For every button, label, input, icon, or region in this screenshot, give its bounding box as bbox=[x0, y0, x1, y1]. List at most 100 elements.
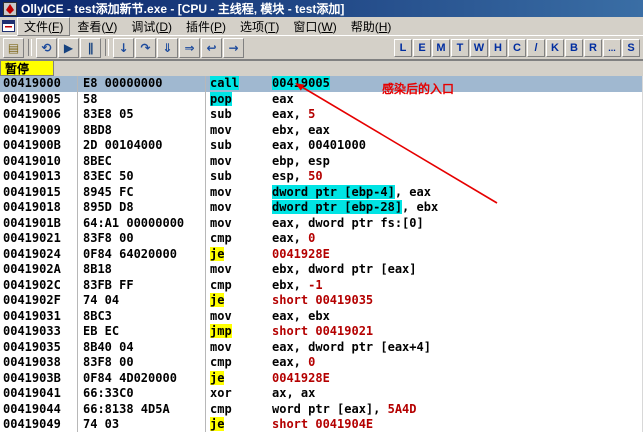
trace-over-button[interactable]: ⇒ bbox=[179, 37, 200, 58]
mnemonic-cell[interactable]: xor bbox=[206, 386, 272, 402]
address-cell[interactable]: 0041902A bbox=[0, 262, 78, 278]
pane-button-s[interactable]: S bbox=[622, 38, 640, 57]
mnemonic-cell[interactable]: mov bbox=[206, 262, 272, 278]
disasm-row[interactable]: 00419009 8BD8 mov ebx, eax bbox=[0, 122, 643, 139]
mnemonic-cell[interactable]: mov bbox=[206, 123, 272, 139]
mnemonic-cell[interactable]: jmp bbox=[206, 324, 272, 340]
mnemonic-cell[interactable]: je bbox=[206, 246, 272, 263]
disasm-row[interactable]: 0041902C 83FB FF cmp ebx, -1 bbox=[0, 277, 643, 294]
trace-into-button[interactable]: ⇓ bbox=[157, 37, 178, 58]
disasm-row[interactable]: 0041902A 8B18 mov ebx, dword ptr [eax] bbox=[0, 262, 643, 278]
address-cell[interactable]: 00419021 bbox=[0, 231, 78, 247]
menu-item-t[interactable]: 选项(T) bbox=[233, 17, 286, 36]
menu-item-h[interactable]: 帮助(H) bbox=[344, 17, 399, 36]
pane-button-m[interactable]: M bbox=[432, 38, 450, 57]
mnemonic-cell[interactable]: je bbox=[206, 370, 272, 387]
pane-button-e[interactable]: E bbox=[413, 38, 431, 57]
menu-item-v[interactable]: 查看(V) bbox=[70, 17, 124, 36]
pause-button[interactable]: ∥ bbox=[80, 37, 101, 58]
disasm-row[interactable]: 00419006 83E8 05 sub eax, 5 bbox=[0, 107, 643, 123]
address-cell[interactable]: 0041901B bbox=[0, 215, 78, 231]
disasm-row[interactable]: 00419013 83EC 50 sub esp, 50 bbox=[0, 169, 643, 185]
step-into-button[interactable]: ↓ bbox=[113, 37, 134, 58]
address-cell[interactable]: 00419006 bbox=[0, 107, 78, 123]
pane-button-w[interactable]: W bbox=[470, 38, 488, 57]
operand-cell[interactable]: eax, 0 bbox=[272, 355, 643, 371]
menu-item-d[interactable]: 调试(D) bbox=[124, 17, 179, 36]
menu-item-p[interactable]: 插件(P) bbox=[179, 17, 233, 36]
pane-button-more[interactable]: ... bbox=[603, 38, 621, 57]
pane-button-slash[interactable]: / bbox=[527, 38, 545, 57]
address-cell[interactable]: 0041902C bbox=[0, 277, 78, 293]
operand-cell[interactable]: short 0041904E bbox=[272, 417, 643, 432]
goto-button[interactable]: → bbox=[223, 37, 244, 58]
disasm-row[interactable]: 00419010 8BEC mov ebp, esp bbox=[0, 153, 643, 169]
mnemonic-cell[interactable]: cmp bbox=[206, 231, 272, 247]
operand-cell[interactable]: short 00419035 bbox=[272, 293, 643, 309]
mnemonic-cell[interactable]: mov bbox=[206, 185, 272, 201]
pane-button-c[interactable]: C bbox=[508, 38, 526, 57]
mnemonic-cell[interactable]: cmp bbox=[206, 278, 272, 294]
hexdump-cell[interactable]: 83E8 05 bbox=[78, 107, 206, 123]
operand-cell[interactable]: eax, 0 bbox=[272, 231, 643, 247]
mnemonic-cell[interactable]: mov bbox=[206, 216, 272, 232]
disasm-row[interactable]: 0041901B 64:A1 00000000 mov eax, dword ptr … bbox=[0, 215, 643, 232]
operand-cell[interactable]: 00419005 bbox=[272, 76, 643, 92]
disasm-row[interactable]: 00419024 0F84 64020000 je 0041928E bbox=[0, 246, 643, 263]
hexdump-cell[interactable]: 66:33C0 bbox=[78, 386, 206, 402]
mnemonic-cell[interactable]: je bbox=[206, 417, 272, 432]
hexdump-cell[interactable]: E8 00000000 bbox=[78, 76, 206, 92]
hexdump-cell[interactable]: 8BC3 bbox=[78, 308, 206, 324]
hexdump-cell[interactable]: 8B18 bbox=[78, 262, 206, 278]
disasm-row[interactable]: 00419018 895D D8 mov dword ptr [ebp-28], eb… bbox=[0, 200, 643, 216]
disasm-row[interactable]: 00419031 8BC3 mov eax, ebx bbox=[0, 308, 643, 324]
operand-cell[interactable]: eax, 5 bbox=[272, 107, 643, 123]
mnemonic-cell[interactable]: pop bbox=[206, 91, 272, 108]
operand-cell[interactable]: esp, 50 bbox=[272, 169, 643, 185]
mnemonic-cell[interactable]: cmp bbox=[206, 402, 272, 418]
operand-cell[interactable]: ebx, dword ptr [eax] bbox=[272, 262, 643, 278]
operand-cell[interactable]: ebp, esp bbox=[272, 153, 643, 169]
operand-cell[interactable]: ebx, -1 bbox=[272, 277, 643, 293]
pane-button-h[interactable]: H bbox=[489, 38, 507, 57]
disassembly-panel[interactable]: 00419000 E8 00000000 call 00419005 00419005 5… bbox=[0, 76, 643, 432]
disasm-row[interactable]: 0041903B 0F84 4D020000 je 0041928E bbox=[0, 370, 643, 387]
pane-button-b[interactable]: B bbox=[565, 38, 583, 57]
address-cell[interactable]: 00419015 bbox=[0, 184, 78, 200]
disasm-row[interactable]: 00419033 EB EC jmp short 00419021 bbox=[0, 324, 643, 340]
mnemonic-cell[interactable]: sub bbox=[206, 169, 272, 185]
mnemonic-cell[interactable]: cmp bbox=[206, 355, 272, 371]
address-cell[interactable]: 00419024 bbox=[0, 246, 78, 262]
mnemonic-cell[interactable]: sub bbox=[206, 138, 272, 154]
operand-cell[interactable]: eax, dword ptr fs:[0] bbox=[272, 215, 643, 231]
address-cell[interactable]: 00419044 bbox=[0, 401, 78, 417]
operand-cell[interactable]: eax bbox=[272, 91, 643, 107]
disasm-row[interactable]: 00419041 66:33C0 xor ax, ax bbox=[0, 386, 643, 402]
disasm-row[interactable]: 00419038 83F8 00 cmp eax, 0 bbox=[0, 355, 643, 371]
address-cell[interactable]: 00419031 bbox=[0, 308, 78, 324]
disasm-row[interactable]: 00419049 74 03 je short 0041904E bbox=[0, 417, 643, 432]
hexdump-cell[interactable]: 74 04 bbox=[78, 293, 206, 309]
hexdump-cell[interactable]: 64:A1 00000000 bbox=[78, 215, 206, 231]
hexdump-cell[interactable]: 2D 00104000 bbox=[78, 138, 206, 154]
step-over-button[interactable]: ↷ bbox=[135, 37, 156, 58]
address-cell[interactable]: 0041902F bbox=[0, 293, 78, 309]
pane-button-k[interactable]: K bbox=[546, 38, 564, 57]
mnemonic-cell[interactable]: je bbox=[206, 293, 272, 309]
address-cell[interactable]: 00419000 bbox=[0, 76, 78, 92]
hexdump-cell[interactable]: 83F8 00 bbox=[78, 231, 206, 247]
address-cell[interactable]: 00419041 bbox=[0, 386, 78, 402]
address-cell[interactable]: 00419005 bbox=[0, 91, 78, 107]
mnemonic-cell[interactable]: mov bbox=[206, 340, 272, 356]
mnemonic-cell[interactable]: mov bbox=[206, 200, 272, 216]
disasm-row[interactable]: 00419035 8B40 04 mov eax, dword ptr [eax+4] bbox=[0, 339, 643, 356]
address-cell[interactable]: 00419033 bbox=[0, 324, 78, 340]
hexdump-cell[interactable]: 895D D8 bbox=[78, 200, 206, 216]
operand-cell[interactable]: word ptr [eax], 5A4D bbox=[272, 401, 643, 417]
disasm-row[interactable]: 00419015 8945 FC mov dword ptr [ebp-4], eax bbox=[0, 184, 643, 201]
hexdump-cell[interactable]: 66:8138 4D5A bbox=[78, 401, 206, 417]
address-cell[interactable]: 00419010 bbox=[0, 153, 78, 169]
disasm-row[interactable]: 00419044 66:8138 4D5A cmp word ptr [eax], 5… bbox=[0, 401, 643, 418]
mnemonic-cell[interactable]: sub bbox=[206, 107, 272, 123]
mnemonic-cell[interactable]: call bbox=[206, 76, 272, 92]
